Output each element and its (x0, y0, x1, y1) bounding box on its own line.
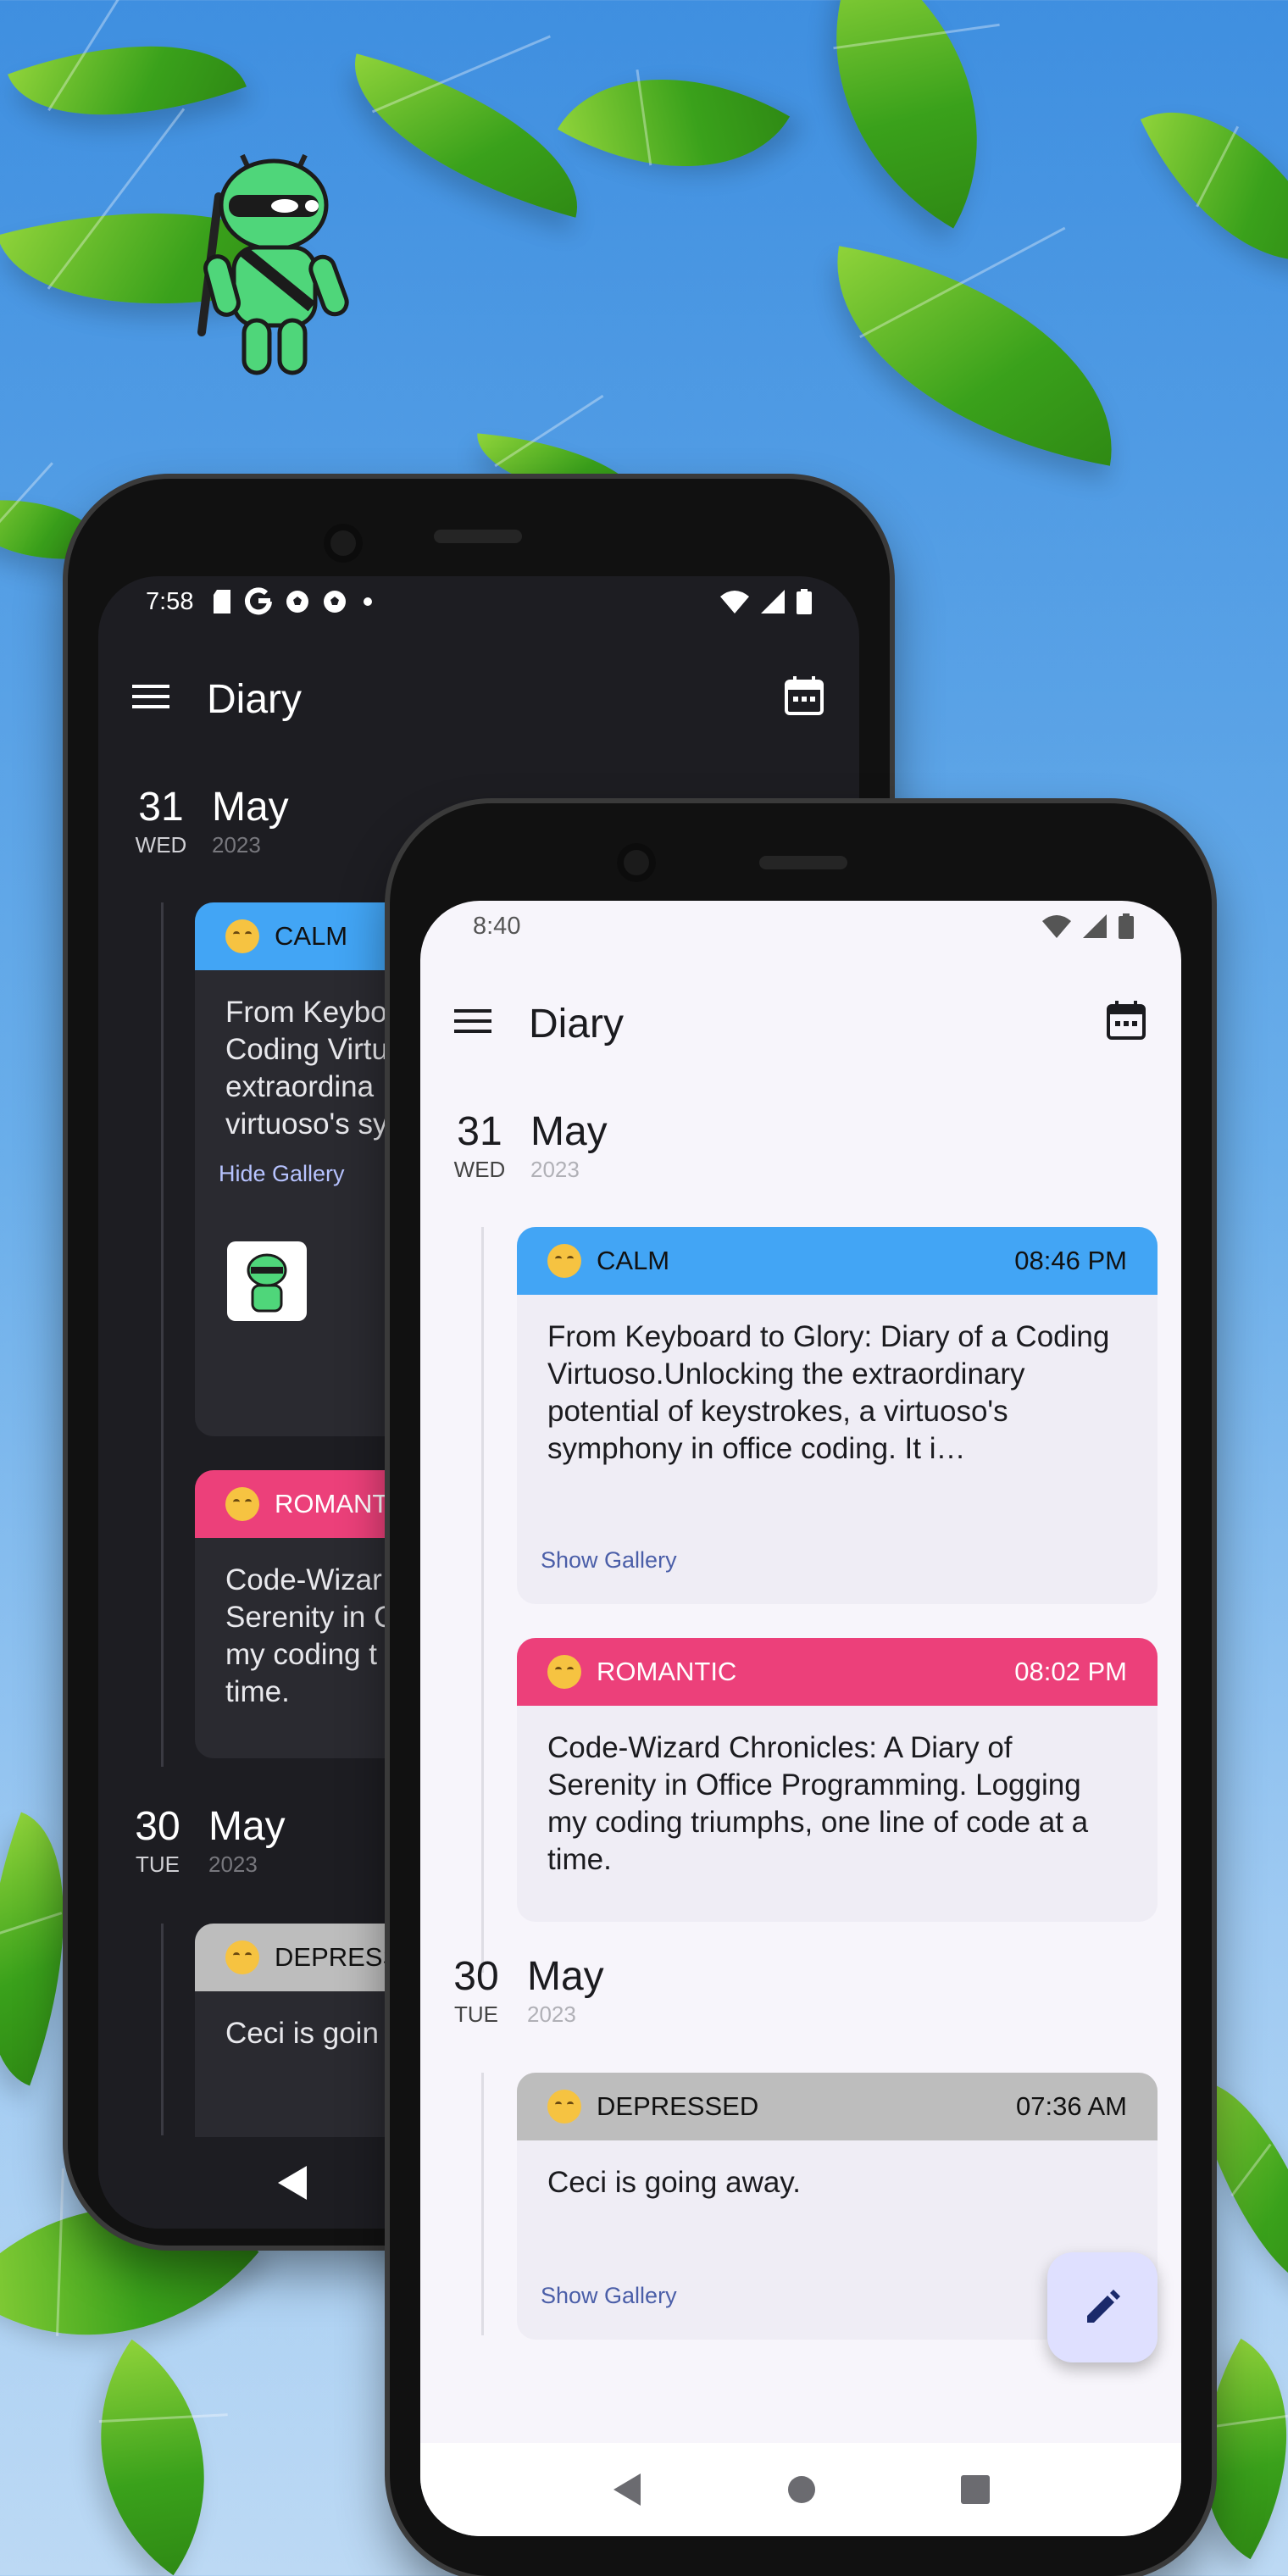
date-header: 30 TUE May 2023 (444, 1953, 604, 2028)
status-bar: 8:40 (420, 901, 1181, 952)
battery-icon (1119, 913, 1134, 939)
date-day: 30 (135, 1804, 180, 1849)
home-nav-icon[interactable] (786, 2474, 817, 2505)
hide-gallery-button[interactable]: Hide Gallery (219, 1161, 345, 1187)
timeline-line (161, 1924, 164, 2135)
date-month: May (212, 785, 289, 830)
battery-icon (797, 589, 812, 614)
date-header: 31 WED May 2023 (447, 1108, 608, 1183)
edit-icon (1087, 2290, 1120, 2323)
calendar-icon[interactable] (1105, 999, 1147, 1041)
date-day: 30 (453, 1954, 499, 1999)
date-weekday: WED (135, 832, 187, 858)
entry-mood: DEPRESSED (597, 2091, 759, 2121)
leaf-decoration (330, 53, 602, 218)
date-header: 31 WED May 2023 (129, 784, 289, 858)
calendar-icon[interactable] (783, 675, 825, 717)
leaf-decoration (8, 0, 247, 163)
entry-header: CALM 08:46 PM (517, 1227, 1158, 1295)
timeline-line (161, 902, 164, 1767)
soccer-ball-icon (286, 591, 309, 613)
app-title: Diary (207, 677, 303, 722)
back-nav-icon[interactable] (612, 2473, 642, 2506)
status-time: 8:40 (473, 912, 521, 940)
front-camera (324, 524, 363, 563)
show-gallery-button[interactable]: Show Gallery (541, 2283, 677, 2309)
status-bar: 7:58 (98, 576, 859, 627)
leaf-decoration (1140, 69, 1288, 304)
date-year: 2023 (527, 2001, 576, 2027)
recents-nav-icon[interactable] (961, 2475, 990, 2504)
status-time: 7:58 (146, 587, 194, 615)
earpiece-speaker (759, 856, 847, 869)
gallery-thumbnail[interactable] (227, 1241, 307, 1321)
romantic-emoji-icon (547, 1655, 581, 1689)
app-bar: Diary (420, 979, 1181, 1063)
app-bar: Diary (98, 654, 859, 739)
signal-icon (1083, 914, 1107, 938)
date-month: May (530, 1109, 608, 1154)
leaf-decoration (557, 19, 791, 227)
dot-icon (364, 597, 373, 606)
date-weekday: TUE (136, 1852, 180, 1877)
new-entry-fab[interactable] (1047, 2252, 1158, 2362)
wifi-icon (720, 591, 749, 613)
entry-time: 08:02 PM (1014, 1657, 1127, 1686)
calm-emoji-icon (225, 919, 259, 953)
back-nav-icon[interactable] (276, 2166, 308, 2200)
entry-text: Ceci is going away. (547, 2166, 801, 2199)
entry-mood: CALM (597, 1246, 670, 1275)
android-ninja-mascot-icon (197, 154, 349, 375)
entry-time: 08:46 PM (1014, 1246, 1127, 1275)
menu-icon[interactable] (132, 678, 169, 715)
romantic-emoji-icon (225, 1487, 259, 1521)
date-month: May (527, 1954, 604, 1999)
entry-time: 07:36 AM (1016, 2091, 1127, 2121)
app-title: Diary (529, 1002, 625, 1046)
front-camera (617, 843, 656, 882)
show-gallery-button[interactable]: Show Gallery (541, 1547, 677, 1574)
google-icon (245, 587, 273, 615)
depressed-emoji-icon (547, 2090, 581, 2124)
signal-icon (761, 590, 785, 613)
diary-entry-card[interactable]: CALM 08:46 PM From Keyboard to Glory: Di… (517, 1227, 1158, 1604)
diary-entry-card[interactable]: ROMANTIC 08:02 PM Code-Wizard Chronicles… (517, 1638, 1158, 1922)
depressed-emoji-icon (225, 1940, 259, 1974)
soccer-ball-icon (324, 591, 347, 613)
entry-text: Code-Wizard Chronicles: A Diary of Seren… (547, 1731, 1089, 1876)
date-day: 31 (138, 785, 184, 830)
light-screen: 8:40 Diary 31 WED May 2023 CALM 08:46 PM… (420, 901, 1181, 2536)
sd-card-icon (214, 590, 231, 613)
system-nav-bar (420, 2443, 1181, 2536)
timeline-line (481, 1227, 484, 1973)
leaf-decoration (809, 246, 1140, 466)
date-year: 2023 (208, 1852, 258, 1877)
menu-icon[interactable] (454, 1002, 491, 1040)
date-header: 30 TUE May 2023 (125, 1803, 286, 1878)
date-weekday: TUE (454, 2001, 498, 2027)
entry-text: From Keyboard to Glory: Diary of a Codin… (547, 1320, 1110, 1465)
date-month: May (208, 1804, 286, 1849)
entry-header: ROMANTIC 08:02 PM (517, 1638, 1158, 1706)
leaf-decoration (762, 0, 1052, 229)
entry-header: DEPRESSED 07:36 AM (517, 2073, 1158, 2140)
calm-emoji-icon (547, 1244, 581, 1278)
phone-light-mode: 8:40 Diary 31 WED May 2023 CALM 08:46 PM… (390, 803, 1212, 2576)
date-year: 2023 (530, 1157, 580, 1182)
date-year: 2023 (212, 832, 261, 858)
leaf-decoration (34, 2339, 271, 2576)
timeline-line (481, 2073, 484, 2335)
date-day: 31 (457, 1109, 502, 1154)
wifi-icon (1042, 915, 1071, 938)
date-weekday: WED (453, 1157, 506, 1182)
earpiece-speaker (434, 530, 522, 543)
entry-mood: ROMANTIC (597, 1657, 737, 1686)
